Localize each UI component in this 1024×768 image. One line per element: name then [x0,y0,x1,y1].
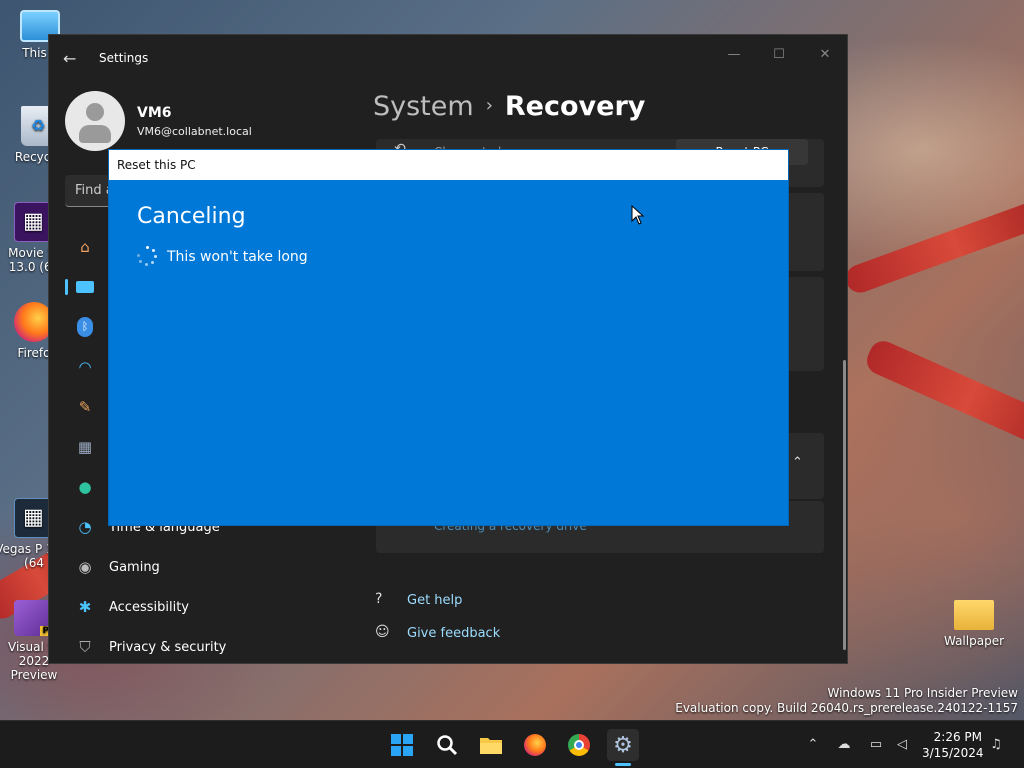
onedrive-icon[interactable]: ☁ [834,735,854,755]
chrome-icon [568,734,590,756]
chevron-up-icon[interactable]: ⌃ [803,735,823,755]
shield-icon: ⛉ [79,638,91,656]
mouse-cursor-icon [631,205,645,225]
clock-date: 3/15/2024 [922,746,984,760]
apps-icon: ▦ [77,438,93,456]
avatar-body [79,125,111,143]
chevron-right-icon: › [485,95,493,116]
home-icon: ⌂ [80,238,90,256]
desktop-icon-wallpaper[interactable]: Wallpaper [934,600,1014,648]
sidebar-item-label: Privacy & security [109,639,227,655]
user-email: VM6@collabnet.local [137,125,252,138]
sidebar-item-label: Gaming [109,559,160,575]
search-icon [437,735,458,756]
taskbar-settings[interactable]: ⚙ [607,729,639,761]
sidebar-item-gaming[interactable]: ◉ Gaming [65,550,335,584]
dialog-title: Reset this PC [109,150,788,180]
chevron-up-icon[interactable]: ⌃ [792,455,803,470]
desktop-icon-label: Wallpaper [943,634,1005,648]
maximize-icon[interactable]: ☐ [767,43,791,67]
wallpaper-stripe [862,336,1024,458]
volume-muted-icon[interactable]: ◁ [892,735,912,755]
taskbar-file-explorer[interactable] [475,729,507,761]
breadcrumb: System › Recovery [373,91,645,122]
feedback-icon: ☺ [375,624,390,640]
reset-pc-dialog: Reset this PC Canceling This won't take … [108,149,789,526]
help-icon: ? [375,591,383,607]
wallpaper-stripe [842,191,1024,297]
personalization-icon: ✎ [78,398,92,416]
sidebar-item-label: Accessibility [109,599,189,615]
sidebar-item-accessibility[interactable]: ✱ Accessibility [65,590,335,624]
bluetooth-icon: ᛒ [75,317,95,337]
folder-icon [480,738,502,754]
active-app-indicator [615,763,631,766]
folder-icon [954,600,994,630]
taskbar-firefox[interactable] [519,729,551,761]
notification-bell-icon[interactable]: ♫ [986,735,1006,755]
user-name: VM6 [137,105,172,121]
app-title: Settings [99,51,149,65]
system-icon [75,277,95,297]
back-arrow-icon[interactable]: ← [63,49,81,68]
title-bar[interactable]: ← Settings — ☐ ✕ [49,35,847,81]
firefox-icon [524,734,546,756]
scrollbar[interactable] [843,360,846,650]
loading-spinner-icon [137,246,157,266]
page-title: Recovery [504,91,646,122]
close-icon[interactable]: ✕ [813,43,837,67]
gear-icon: ⚙ [613,732,633,758]
windows-logo-icon [391,734,413,756]
windows-watermark: Windows 11 Pro Insider Preview Evaluatio… [675,686,1018,716]
minimize-icon[interactable]: — [722,43,746,67]
taskbar-clock[interactable]: 2:26 PM 3/15/2024 [922,729,984,761]
start-button[interactable] [386,729,418,761]
network-status-icon[interactable]: ▭ [866,735,886,755]
get-help-link[interactable]: ? Get help [375,591,462,609]
sidebar-item-privacy-security[interactable]: ⛉ Privacy & security [65,630,335,664]
taskbar: ⚙ ⌃ ☁ ▭ ◁ 2:26 PM 3/15/2024 ♫ [0,720,1024,768]
dialog-heading: Canceling [137,204,246,229]
accounts-icon: ● [78,478,92,496]
give-feedback-label: Give feedback [407,625,501,641]
clock-time: 2:26 PM [933,730,982,744]
dialog-status: This won't take long [167,249,308,265]
taskbar-chrome[interactable] [563,729,595,761]
accessibility-icon: ✱ [78,598,92,616]
watermark-edition: Windows 11 Pro Insider Preview [827,686,1018,700]
get-help-label: Get help [407,592,463,608]
breadcrumb-system[interactable]: System [373,91,474,122]
taskbar-search-button[interactable] [431,729,463,761]
time-language-icon: ◔ [78,518,92,536]
network-icon: ◠ [78,358,92,376]
gaming-icon: ◉ [78,558,92,576]
watermark-build: Evaluation copy. Build 26040.rs_prerelea… [675,701,1018,715]
avatar[interactable] [65,91,125,151]
give-feedback-link[interactable]: ☺ Give feedback [375,624,500,642]
avatar-head [86,103,104,121]
